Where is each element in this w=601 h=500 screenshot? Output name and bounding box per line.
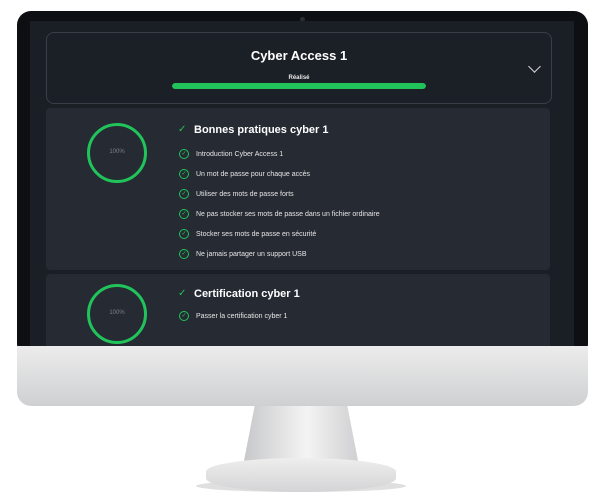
lesson-label: Utiliser des mots de passe forts <box>196 190 294 198</box>
course-status: Réalisé <box>288 75 310 81</box>
check-icon: ✓ <box>178 288 187 299</box>
check-circle-icon: ✓ <box>179 189 189 199</box>
module-title: Certification cyber 1 <box>194 288 300 300</box>
lesson-label: Ne jamais partager un support USB <box>196 250 307 258</box>
module-card[interactable]: 100% ✓ Certification cyber 1 ✓ Passer la… <box>46 274 550 351</box>
check-circle-icon: ✓ <box>179 169 189 179</box>
course-progress-bar <box>172 83 426 89</box>
lesson-label: Un mot de passe pour chaque accès <box>196 170 311 178</box>
check-circle-icon: ✓ <box>179 249 189 259</box>
check-circle-icon: ✓ <box>179 149 189 159</box>
monitor-stand-base <box>206 458 396 492</box>
lesson-item[interactable]: ✓ Ne pas stocker ses mots de passe dans … <box>179 208 380 220</box>
lesson-label: Ne pas stocker ses mots de passe dans un… <box>196 210 380 218</box>
module-card[interactable]: 100% ✓ Bonnes pratiques cyber 1 ✓ Introd… <box>46 108 550 270</box>
course-header[interactable]: Cyber Access 1 Réalisé <box>46 32 552 104</box>
lesson-item[interactable]: ✓ Un mot de passe pour chaque accès <box>179 168 310 180</box>
check-circle-icon: ✓ <box>179 229 189 239</box>
module-title: Bonnes pratiques cyber 1 <box>194 124 329 136</box>
monitor-chin <box>17 346 588 406</box>
lesson-label: Stocker ses mots de passe en sécurité <box>196 230 317 238</box>
app-screen: Cyber Access 1 Réalisé 100% ✓ Bonnes pra… <box>30 21 574 351</box>
lesson-item[interactable]: ✓ Passer la certification cyber 1 <box>179 310 287 322</box>
check-circle-icon: ✓ <box>179 311 189 321</box>
progress-ring: 100% <box>87 123 147 183</box>
lesson-item[interactable]: ✓ Introduction Cyber Access 1 <box>179 148 283 160</box>
course-title: Cyber Access 1 <box>250 48 348 63</box>
monitor-stand-neck <box>243 406 359 466</box>
progress-percent: 100% <box>109 149 125 155</box>
lesson-item[interactable]: ✓ Utiliser des mots de passe forts <box>179 188 294 200</box>
check-icon: ✓ <box>178 124 187 135</box>
lesson-item[interactable]: ✓ Ne jamais partager un support USB <box>179 248 307 260</box>
lesson-label: Passer la certification cyber 1 <box>196 312 288 320</box>
course-progress-fill <box>172 83 426 89</box>
progress-ring: 100% <box>87 284 147 344</box>
lesson-label: Introduction Cyber Access 1 <box>196 150 284 158</box>
progress-percent: 100% <box>109 310 125 316</box>
lesson-item[interactable]: ✓ Stocker ses mots de passe en sécurité <box>179 228 316 240</box>
check-circle-icon: ✓ <box>179 209 189 219</box>
